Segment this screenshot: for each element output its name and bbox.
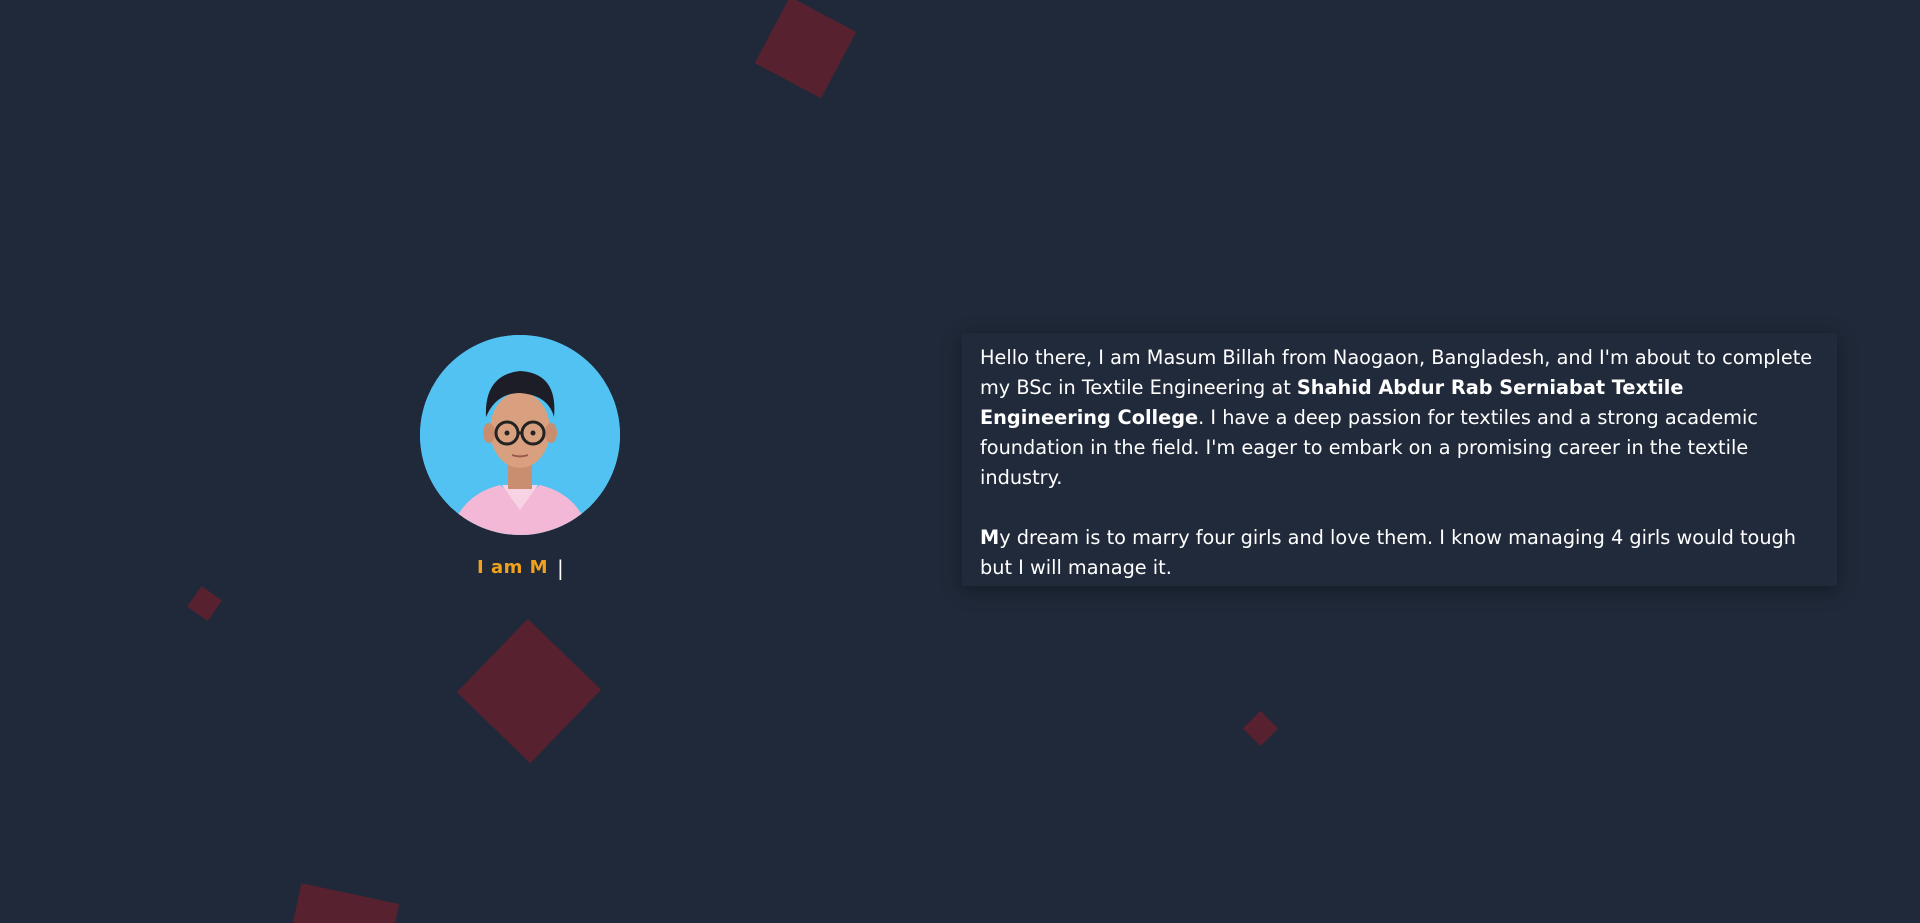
decorative-square bbox=[1242, 710, 1279, 747]
decorative-square bbox=[456, 618, 602, 764]
bio-paragraph-1: Hello there, I am Masum Billah from Naog… bbox=[980, 343, 1820, 493]
page: I am M | Hello there, I am Masum Billah … bbox=[0, 0, 1920, 923]
bio-card: Hello there, I am Masum Billah from Naog… bbox=[962, 333, 1837, 586]
bio-paragraph-2: My dream is to marry four girls and love… bbox=[980, 523, 1820, 583]
bio-text: y dream is to marry four girls and love … bbox=[980, 526, 1796, 579]
profile-photo bbox=[420, 335, 620, 535]
typing-cursor: | bbox=[557, 556, 564, 580]
decorative-square bbox=[288, 883, 400, 923]
person-portrait-icon bbox=[420, 335, 620, 535]
decorative-square bbox=[187, 586, 222, 621]
drop-cap: M bbox=[980, 526, 1000, 549]
decorative-square bbox=[754, 0, 857, 99]
typed-intro-text: I am M bbox=[477, 557, 549, 578]
